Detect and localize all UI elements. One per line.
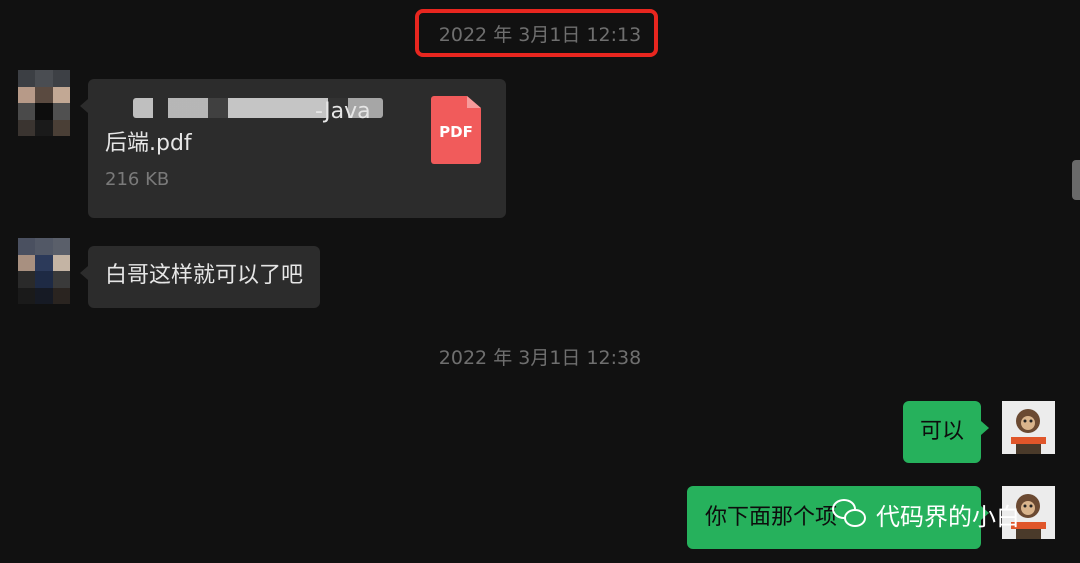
pdf-icon-label: PDF	[439, 123, 473, 141]
message-text: 白哥这样就可以了吧	[105, 263, 304, 288]
pdf-fold-corner	[467, 96, 481, 108]
watermark-text: 代码界的小白	[876, 502, 1020, 531]
wechat-icon	[832, 499, 868, 529]
timestamp-2: 2022 年 3月1日 12:38	[438, 347, 642, 369]
message-text: 可以	[919, 419, 964, 444]
file-size: 216 KB	[105, 169, 170, 190]
file-message-bubble[interactable]: -Java 后端.pdf 216 KB PDF	[80, 79, 506, 218]
contact-avatar[interactable]	[18, 70, 70, 136]
highlight-box	[415, 9, 658, 57]
incoming-message-bubble[interactable]: 白哥这样就可以了吧	[79, 246, 321, 308]
watermark: 代码界的小白	[832, 494, 1020, 534]
file-name-line1: -Java	[315, 99, 371, 124]
outgoing-message-bubble[interactable]: 可以	[903, 401, 989, 463]
file-name-line2: 后端.pdf	[105, 131, 192, 156]
my-avatar[interactable]	[1002, 401, 1055, 454]
monkey-avatar-icon	[1002, 401, 1055, 454]
contact-avatar[interactable]	[18, 238, 70, 304]
file-name: -Java 后端.pdf	[105, 96, 405, 160]
scrollbar-thumb[interactable]	[1072, 160, 1080, 200]
message-text: 你下面那个项	[705, 505, 838, 530]
